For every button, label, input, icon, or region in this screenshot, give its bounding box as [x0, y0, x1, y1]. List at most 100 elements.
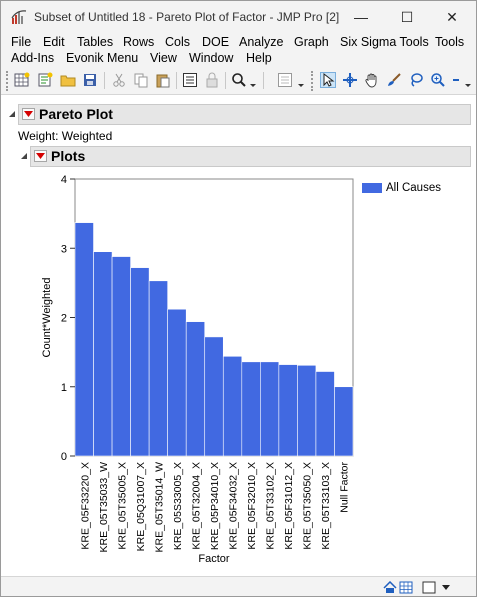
menu-rows[interactable]: Rows — [123, 35, 154, 49]
x-tick-label: KRE_05P34010_X — [209, 462, 221, 550]
bar-KRE_05T35005_X[interactable] — [111, 256, 131, 457]
menu-file[interactable]: File — [11, 35, 31, 49]
menu-evonik[interactable]: Evonik Menu — [66, 51, 138, 65]
maximize-button[interactable]: ☐ — [390, 1, 424, 33]
toolbar-separator — [104, 72, 105, 89]
bar-KRE_05T33102_X[interactable] — [260, 361, 280, 457]
copy-icon[interactable] — [132, 71, 150, 89]
jmp-app-icon — [11, 10, 27, 24]
menu-bar: File Edit Tables Rows Cols DOE Analyze G… — [1, 33, 476, 67]
minimize-button[interactable]: — — [344, 1, 378, 33]
menu-graph[interactable]: Graph — [294, 35, 329, 49]
toolbar — [1, 67, 476, 95]
menu-tables[interactable]: Tables — [77, 35, 113, 49]
menu-six-sigma-tools[interactable]: Six Sigma Tools — [340, 35, 429, 49]
toolbar-grip[interactable] — [6, 71, 9, 91]
search-icon[interactable] — [230, 71, 248, 89]
legend-swatch — [362, 183, 382, 193]
magnifier-tool-icon[interactable] — [429, 71, 447, 89]
x-tick-label: KRE_05F34032_X — [228, 462, 240, 550]
legend-label: All Causes — [386, 182, 441, 194]
menu-add-ins[interactable]: Add-Ins — [11, 51, 54, 65]
bar-KRE_05T35050_X[interactable] — [297, 364, 317, 457]
x-tick-label: KRE_05T33103_X — [320, 462, 332, 550]
home-icon[interactable] — [383, 580, 397, 594]
toolbar-separator — [225, 72, 226, 89]
brush-tool-icon[interactable] — [385, 71, 403, 89]
x-axis-label: Factor — [198, 553, 230, 565]
bar-KRE_05F32010_X[interactable] — [241, 361, 261, 457]
toolbar-separator — [176, 72, 177, 89]
bar-KRE_05T35033_W[interactable] — [93, 251, 113, 457]
toolbar-separator — [263, 72, 264, 89]
y-tick-label: 2 — [61, 313, 67, 325]
pareto-chart[interactable]: 0 1 2 3 4 KRE_05F33220_X KRE_05T35033_W KRE_05… — [1, 96, 476, 576]
layout-icon[interactable] — [276, 71, 294, 89]
x-tick-label: KRE_05F32010_X — [246, 462, 258, 550]
bar-KRE_05F34032_X[interactable] — [222, 355, 243, 457]
bar-KRE_05T33103_X[interactable] — [315, 371, 335, 457]
x-tick-label: KRE_05T35005_X — [116, 462, 128, 550]
x-tick-label: Null Factor — [339, 462, 351, 513]
x-tick-label: KRE_05T33102_X — [265, 462, 277, 550]
bar-KRE_05T35014_W[interactable] — [148, 280, 168, 457]
x-tick-label: KRE_05T35033_W — [98, 462, 110, 553]
minus-tool-icon[interactable] — [451, 71, 461, 89]
toolbar-overflow-icon[interactable] — [463, 71, 473, 89]
y-tick-label: 1 — [61, 382, 67, 394]
maximize-icon: ☐ — [400, 8, 414, 25]
close-icon: ✕ — [446, 8, 458, 25]
save-icon[interactable] — [81, 71, 99, 89]
report-content: Pareto Plot Weight: Weighted Plots 01234… — [1, 96, 476, 576]
bar-KRE_05S33005_X[interactable] — [167, 308, 187, 457]
dropdown-arrow-icon[interactable] — [441, 580, 451, 594]
window-title: Subset of Untitled 18 - Pareto Plot of F… — [34, 10, 340, 24]
hand-tool-icon[interactable] — [363, 71, 381, 89]
menu-window[interactable]: Window — [189, 51, 233, 65]
search-dropdown-icon[interactable] — [248, 71, 258, 89]
menu-edit[interactable]: Edit — [43, 35, 65, 49]
menu-tools[interactable]: Tools — [435, 35, 464, 49]
y-axis-label: Count*Weighted — [41, 278, 53, 358]
bar-KRE_05Q31007_X[interactable] — [130, 267, 150, 457]
x-tick-label: KRE_05T32004_X — [190, 462, 202, 550]
table-icon[interactable] — [399, 580, 413, 594]
menu-cols[interactable]: Cols — [165, 35, 190, 49]
menu-view[interactable]: View — [150, 51, 177, 65]
y-tick-label: 0 — [61, 451, 67, 463]
window-icon[interactable] — [422, 580, 436, 594]
bar-KRE_05F31012_X[interactable] — [278, 364, 298, 457]
layout-dropdown-icon[interactable] — [296, 71, 306, 89]
menu-analyze[interactable]: Analyze — [239, 35, 283, 49]
menu-doe[interactable]: DOE — [202, 35, 229, 49]
jmp-window: Subset of Untitled 18 - Pareto Plot of F… — [0, 0, 477, 597]
status-bar — [1, 576, 476, 596]
title-bar[interactable]: Subset of Untitled 18 - Pareto Plot of F… — [1, 1, 476, 33]
x-tick-label: KRE_05T35014_W — [153, 462, 165, 553]
x-tick-label: KRE_05F33220_X — [79, 462, 91, 550]
y-tick-label: 3 — [61, 243, 67, 255]
bar-KRE_05P34010_X[interactable] — [204, 336, 224, 457]
open-folder-icon[interactable] — [59, 71, 77, 89]
x-tick-label: KRE_05Q31007_X — [135, 462, 147, 551]
y-tick-label: 4 — [61, 174, 67, 186]
bar-KRE_05T32004_X[interactable] — [185, 321, 206, 457]
x-tick-label: KRE_05F31012_X — [283, 462, 295, 550]
journal-icon[interactable] — [181, 71, 199, 89]
chart-legend: All Causes — [362, 182, 441, 194]
x-tick-label: KRE_05T35050_X — [302, 462, 314, 550]
menu-help[interactable]: Help — [246, 51, 272, 65]
lock-icon[interactable] — [203, 71, 221, 89]
arrow-tool-icon[interactable] — [319, 71, 337, 89]
cut-icon[interactable] — [110, 71, 128, 89]
paste-icon[interactable] — [154, 71, 172, 89]
new-script-icon[interactable] — [36, 71, 54, 89]
new-data-table-icon[interactable] — [13, 71, 31, 89]
bar-Null Factor[interactable] — [334, 386, 354, 457]
toolbar-grip[interactable] — [311, 71, 314, 91]
lasso-tool-icon[interactable] — [407, 71, 425, 89]
close-button[interactable]: ✕ — [435, 1, 469, 33]
minimize-icon: — — [354, 9, 368, 25]
crosshair-tool-icon[interactable] — [341, 71, 359, 89]
bar-KRE_05F33220_X[interactable] — [74, 222, 94, 457]
